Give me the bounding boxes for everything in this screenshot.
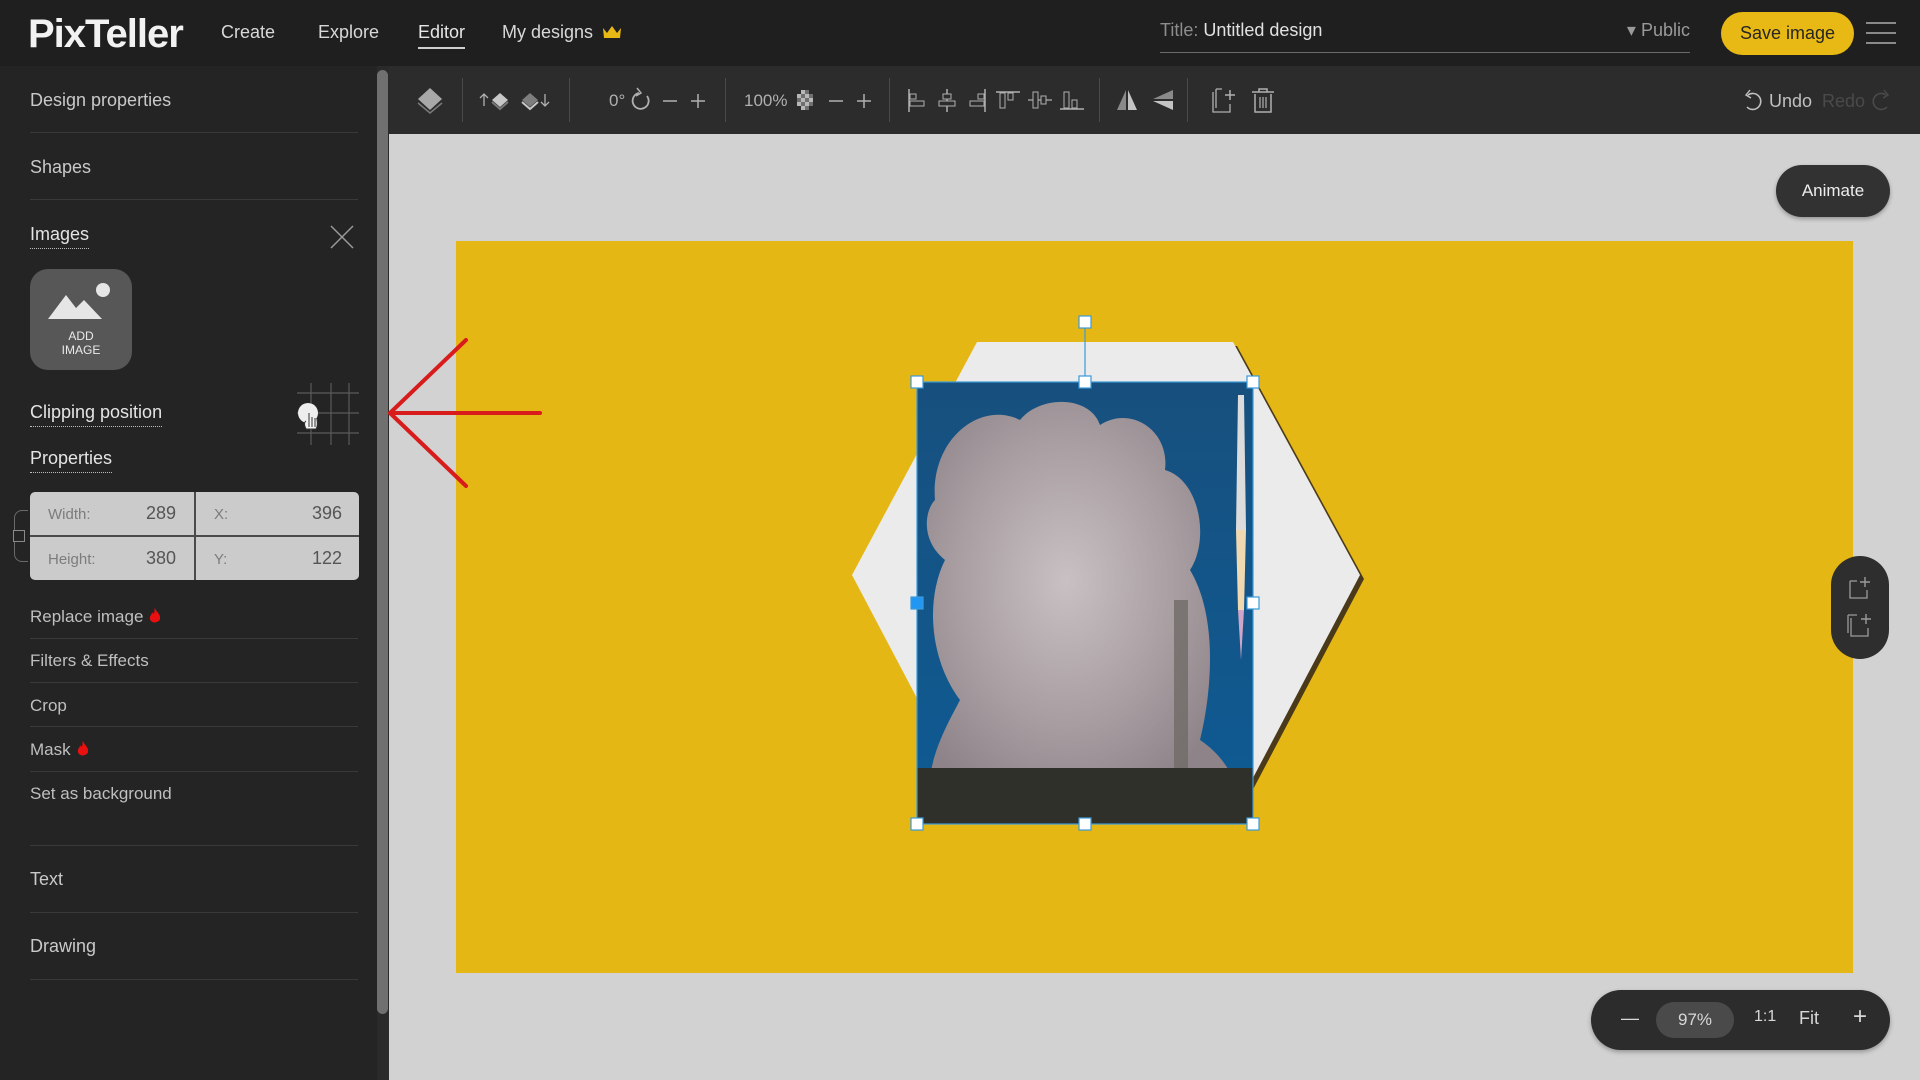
zoom-level[interactable]: 97% [1656,1002,1734,1038]
add-page-icon[interactable] [1847,574,1875,602]
zoom-fit-button[interactable]: Fit [1799,1008,1819,1029]
resize-handle-s[interactable] [1078,817,1092,831]
duplicate-page-icon[interactable] [1845,610,1875,640]
resize-handle-nw[interactable] [910,375,924,389]
resize-handle-n[interactable] [1078,375,1092,389]
rotate-handle[interactable] [1078,315,1092,329]
zoom-controls: — 97% 1:1 Fit + [1591,990,1890,1050]
resize-handle-sw[interactable] [910,817,924,831]
canvas-objects [852,315,1364,831]
annotation-arrow-icon [388,338,542,488]
canvas-side-actions [1831,556,1889,659]
rocket-launch-image[interactable] [917,382,1253,824]
resize-handle-ne[interactable] [1246,375,1260,389]
zoom-one-to-one-button[interactable]: 1:1 [1754,1008,1776,1026]
zoom-out-button[interactable]: — [1621,1008,1639,1029]
resize-handle-se[interactable] [1246,817,1260,831]
zoom-in-button[interactable]: + [1853,1003,1867,1031]
resize-handle-w[interactable] [910,596,924,610]
animate-button[interactable]: Animate [1776,165,1890,217]
resize-handle-e[interactable] [1246,596,1260,610]
